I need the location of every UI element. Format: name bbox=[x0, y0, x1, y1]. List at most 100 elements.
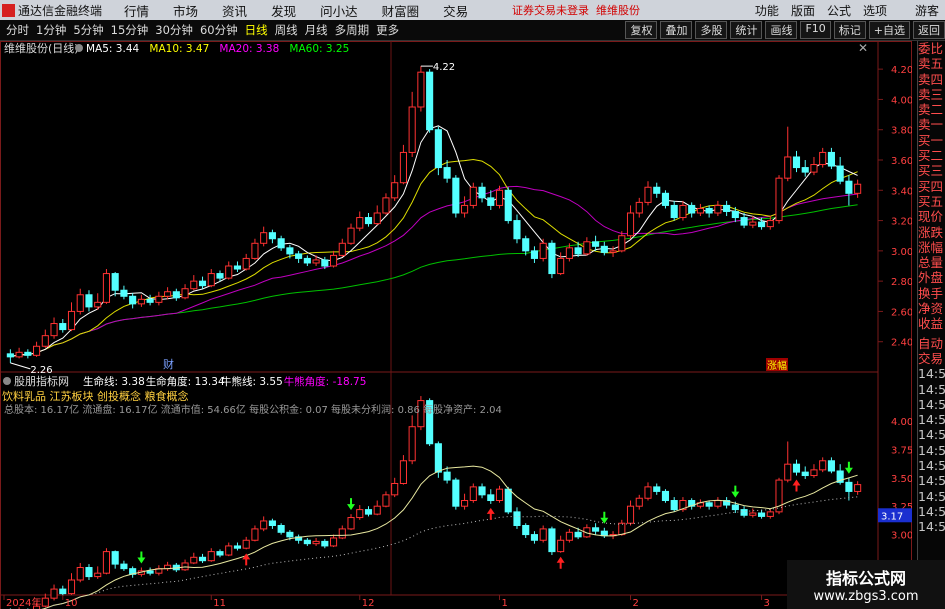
main-candle bbox=[67, 310, 76, 331]
tool-button-8[interactable]: 返回 bbox=[913, 21, 945, 39]
indicator-candle bbox=[251, 528, 259, 541]
period-tab-4[interactable]: 30分钟 bbox=[155, 22, 193, 38]
indicator-value-1: 生命角度: 13.34 bbox=[146, 375, 225, 388]
period-tab-5[interactable]: 60分钟 bbox=[200, 22, 238, 38]
main-candle bbox=[539, 242, 547, 259]
main-candle bbox=[59, 323, 67, 331]
main-candle bbox=[321, 259, 329, 267]
indicator-candle bbox=[329, 537, 338, 547]
event-tag-finance[interactable]: 财 bbox=[163, 357, 174, 371]
period-tab-8[interactable]: 月线 bbox=[305, 22, 328, 38]
menu-item-4[interactable]: 问小达 bbox=[320, 1, 358, 20]
period-toolbar: 分时 1分钟 5分钟 15分钟 30分钟 60分钟 日线 周线 月线 多周期 更多 复权 叠加 多股 统计… bbox=[0, 20, 945, 41]
menu-item-6[interactable]: 交易 bbox=[443, 1, 468, 20]
main-candle bbox=[260, 232, 268, 244]
main-candle bbox=[522, 238, 530, 252]
period-tab-9[interactable]: 多周期 bbox=[335, 22, 370, 38]
indicator-tick-label: 3.00 bbox=[891, 531, 912, 542]
main-candle bbox=[434, 129, 442, 169]
indicator-candle bbox=[452, 479, 460, 507]
main-candle bbox=[495, 189, 504, 206]
concept-tags: 饮料乳品 江苏板块 创投概念 粮食概念 bbox=[2, 389, 189, 403]
tool-button-2[interactable]: 多股 bbox=[695, 21, 728, 39]
main-candle bbox=[137, 298, 145, 305]
main-candle bbox=[443, 167, 451, 179]
menu-item-1[interactable]: 市场 bbox=[173, 1, 198, 20]
main-candle bbox=[749, 221, 757, 226]
main-candle bbox=[530, 250, 539, 259]
tool-button-4[interactable]: 画线 bbox=[765, 21, 798, 39]
menu-item-2[interactable]: 资讯 bbox=[222, 1, 247, 20]
right-menu-item-0[interactable]: 功能 bbox=[755, 2, 779, 19]
login-notice[interactable]: 证券交易未登录 维维股份 bbox=[512, 2, 640, 18]
date-label: 2024年 bbox=[6, 596, 41, 609]
indicator-candle bbox=[705, 502, 713, 507]
period-tab-10[interactable]: 更多 bbox=[376, 22, 399, 38]
tool-button-5[interactable]: F10 bbox=[800, 21, 831, 39]
ma-legend-0: MA5: 3.44 bbox=[86, 43, 139, 55]
main-candle bbox=[801, 167, 809, 173]
indicator-title: 股朋指标网 bbox=[14, 374, 69, 388]
period-tab-0[interactable]: 分时 bbox=[6, 22, 29, 38]
indicator-candle bbox=[364, 509, 373, 515]
tool-button-6[interactable]: 标记 bbox=[833, 21, 866, 39]
main-candle bbox=[41, 335, 49, 347]
chart-close-icon[interactable]: ✕ bbox=[858, 41, 868, 55]
tool-button-7[interactable]: +自选 bbox=[868, 21, 910, 39]
menu-item-5[interactable]: 财富圈 bbox=[382, 1, 420, 20]
cursor-value-label: 3.17 bbox=[881, 511, 903, 522]
period-tab-2[interactable]: 5分钟 bbox=[73, 22, 103, 38]
main-menu: 行情 市场 资讯 发现 问小达 财富圈 交易 bbox=[124, 1, 492, 20]
chart-settings-icon[interactable] bbox=[75, 44, 83, 52]
indicator-value-0: 生命线: 3.38 bbox=[83, 375, 145, 388]
main-candle bbox=[452, 177, 460, 214]
tool-button-1[interactable]: 叠加 bbox=[660, 21, 693, 39]
side-label-13: 涨幅 bbox=[918, 239, 944, 255]
indicator-candle bbox=[757, 512, 766, 517]
indicator-candle bbox=[59, 588, 67, 595]
bull-bear-line bbox=[41, 496, 858, 609]
indicator-candle bbox=[504, 488, 512, 513]
indicator-candle bbox=[469, 486, 477, 502]
user-label[interactable]: 游客 bbox=[915, 2, 939, 19]
kline-chart[interactable]: 4.20 4.00 3.80 3.60 3.40 3.20 3.00 2.80 2.60 2.40… bbox=[0, 41, 912, 609]
period-tab-1[interactable]: 1分钟 bbox=[36, 22, 66, 38]
side-time-0: 14:56 bbox=[918, 366, 945, 382]
main-candle bbox=[714, 204, 722, 214]
indicator-candle bbox=[303, 539, 311, 545]
right-menu-item-1[interactable]: 版面 bbox=[791, 2, 815, 19]
indicator-settings-icon[interactable] bbox=[3, 377, 11, 385]
period-tab-7[interactable]: 周线 bbox=[275, 22, 298, 38]
right-menu-item-3[interactable]: 选项 bbox=[863, 2, 887, 19]
chart-frame bbox=[0, 41, 912, 609]
indicator-candle bbox=[749, 512, 757, 516]
side-label-16: 换手 bbox=[918, 285, 944, 301]
menu-item-0[interactable]: 行情 bbox=[124, 1, 149, 20]
main-candle bbox=[190, 280, 198, 290]
sell-signal-arrow bbox=[600, 511, 609, 524]
main-candle bbox=[810, 164, 818, 173]
indicator-candle bbox=[338, 528, 346, 539]
date-label: 1 bbox=[502, 598, 508, 609]
main-candle bbox=[225, 265, 233, 279]
side-label-14: 总量 bbox=[918, 255, 944, 271]
tool-button-3[interactable]: 统计 bbox=[730, 21, 763, 39]
main-candle bbox=[461, 204, 469, 214]
tool-button-0[interactable]: 复权 bbox=[625, 21, 658, 39]
event-tag-rise[interactable]: 涨幅 bbox=[767, 359, 787, 372]
main-candle bbox=[679, 204, 687, 219]
period-tab-6[interactable]: 日线 bbox=[245, 22, 268, 38]
main-candle bbox=[723, 204, 731, 212]
sell-signal-arrow bbox=[731, 485, 740, 498]
side-label-17: 净资 bbox=[918, 301, 944, 317]
right-menu-item-2[interactable]: 公式 bbox=[827, 2, 851, 19]
main-candle bbox=[792, 156, 801, 169]
menu-item-3[interactable]: 发现 bbox=[271, 1, 296, 20]
indicator-candle bbox=[574, 531, 582, 538]
side-label-11: 现价 bbox=[918, 209, 944, 225]
high-price-label: 4.22 bbox=[433, 62, 455, 73]
main-candle bbox=[757, 221, 766, 228]
main-candle bbox=[626, 212, 635, 237]
period-tab-3[interactable]: 15分钟 bbox=[111, 22, 149, 38]
watermark-url: www.zbgs3.com bbox=[813, 589, 919, 604]
